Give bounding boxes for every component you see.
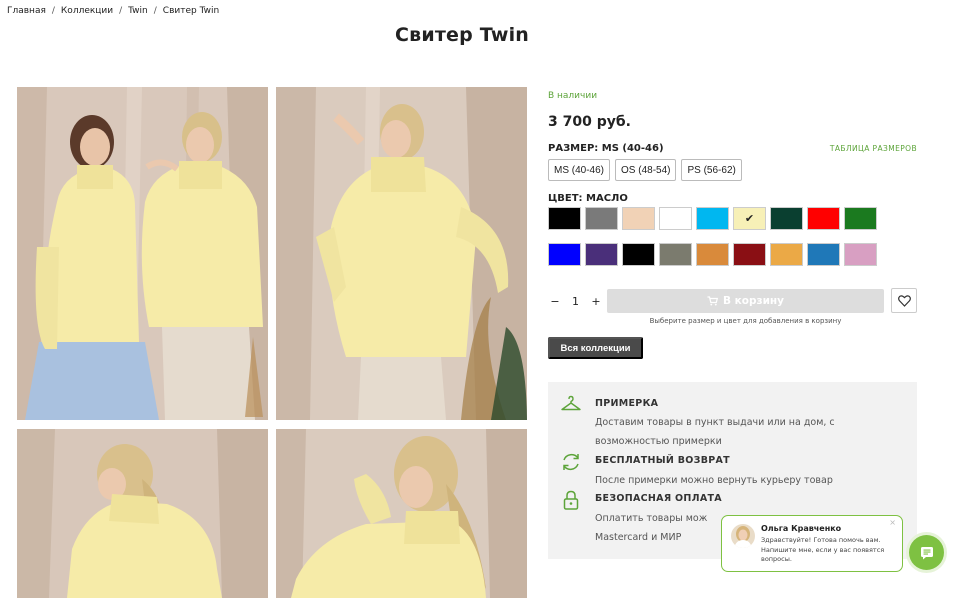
product-photo-4[interactable]: [276, 429, 527, 598]
color-swatch[interactable]: [696, 243, 729, 266]
quantity-minus-button[interactable]: −: [548, 295, 562, 308]
cart-icon: [707, 296, 718, 306]
add-to-cart-label: В корзину: [722, 295, 785, 307]
checkmark-icon: ✔: [744, 212, 755, 225]
benefit-title: ПРИМЕРКА: [595, 398, 659, 409]
chat-button[interactable]: [909, 535, 944, 570]
color-swatch[interactable]: [844, 207, 877, 230]
close-icon[interactable]: ×: [889, 518, 896, 527]
color-swatch[interactable]: [585, 243, 618, 266]
cart-hint: Выберите размер и цвет для добавления в …: [649, 317, 842, 325]
color-swatch[interactable]: [807, 243, 840, 266]
breadcrumb-twin[interactable]: Twin: [128, 6, 148, 16]
color-swatch[interactable]: [770, 207, 803, 230]
product-photo-1[interactable]: [17, 87, 268, 420]
color-swatch[interactable]: [622, 243, 655, 266]
chat-popup[interactable]: Ольга Кравченко Здравствуйте! Готова пом…: [721, 515, 903, 572]
benefit-text: Mastercard и МИР: [595, 532, 682, 543]
wishlist-button[interactable]: [891, 288, 917, 313]
color-swatch[interactable]: [659, 243, 692, 266]
all-collections-button[interactable]: Вся коллекции: [548, 337, 643, 359]
benefit-text: Доставим товары в пункт выдачи или на до…: [595, 417, 835, 428]
size-option-os[interactable]: OS (48-54): [615, 159, 677, 181]
color-swatch[interactable]: [770, 243, 803, 266]
heart-icon: [897, 294, 911, 307]
color-swatch[interactable]: [548, 243, 581, 266]
color-swatch[interactable]: [807, 207, 840, 230]
page-title: Свитер Twin: [394, 24, 530, 46]
hanger-icon: [561, 395, 581, 411]
breadcrumb-current: Свитер Twin: [162, 6, 220, 16]
avatar: [731, 524, 755, 548]
size-options: MS (40-46) OS (48-54) PS (56-62): [548, 159, 742, 181]
color-swatch[interactable]: [844, 243, 877, 266]
breadcrumb-collections[interactable]: Коллекции: [61, 6, 113, 16]
color-swatch[interactable]: [659, 207, 692, 230]
breadcrumb-separator: /: [119, 6, 123, 16]
product-photo-2[interactable]: [276, 87, 527, 420]
stock-status: В наличии: [548, 91, 598, 101]
color-label: ЦВЕТ: МАСЛО: [548, 193, 628, 204]
breadcrumb: Главная / Коллекции / Twin / Свитер Twin: [7, 6, 219, 16]
color-swatch-selected[interactable]: ✔: [733, 207, 766, 230]
add-to-cart-button[interactable]: В корзину: [607, 289, 884, 313]
color-swatch[interactable]: [622, 207, 655, 230]
chat-icon: [920, 546, 933, 559]
quantity-plus-button[interactable]: +: [589, 295, 603, 308]
breadcrumb-separator: /: [153, 6, 157, 16]
benefit-text: Оплатить товары мож: [595, 513, 708, 524]
size-chart-link[interactable]: ТАБЛИЦА РАЗМЕРОВ: [830, 144, 917, 153]
color-swatch[interactable]: [548, 207, 581, 230]
color-swatch[interactable]: [585, 207, 618, 230]
quantity-stepper: − 1 +: [548, 290, 603, 312]
size-header: РАЗМЕР: MS (40-46) ТАБЛИЦА РАЗМЕРОВ: [548, 143, 917, 154]
breadcrumb-separator: /: [51, 6, 55, 16]
return-icon: [563, 454, 579, 470]
benefit-title: БЕСПЛАТНЫЙ ВОЗВРАТ: [595, 455, 730, 466]
chat-agent-name: Ольга Кравченко: [761, 524, 842, 533]
color-swatch[interactable]: [696, 207, 729, 230]
product-photo-3[interactable]: [17, 429, 268, 598]
size-option-ms[interactable]: MS (40-46): [548, 159, 611, 181]
product-price: 3 700 руб.: [548, 114, 631, 130]
size-label: РАЗМЕР: MS (40-46): [548, 143, 664, 154]
benefit-text: После примерки можно вернуть курьеру тов…: [595, 475, 833, 486]
size-option-ps[interactable]: PS (56-62): [681, 159, 742, 181]
benefit-text: возможностью примерки: [595, 436, 722, 447]
chat-message: Здравствуйте! Готова помочь вам. Напишит…: [761, 536, 885, 563]
benefit-title: БЕЗОПАСНАЯ ОПЛАТА: [595, 493, 722, 504]
color-swatch[interactable]: [733, 243, 766, 266]
breadcrumb-home[interactable]: Главная: [7, 6, 46, 16]
color-swatches: ✔: [548, 207, 888, 266]
lock-icon: [563, 490, 579, 510]
quantity-value[interactable]: 1: [569, 295, 583, 308]
